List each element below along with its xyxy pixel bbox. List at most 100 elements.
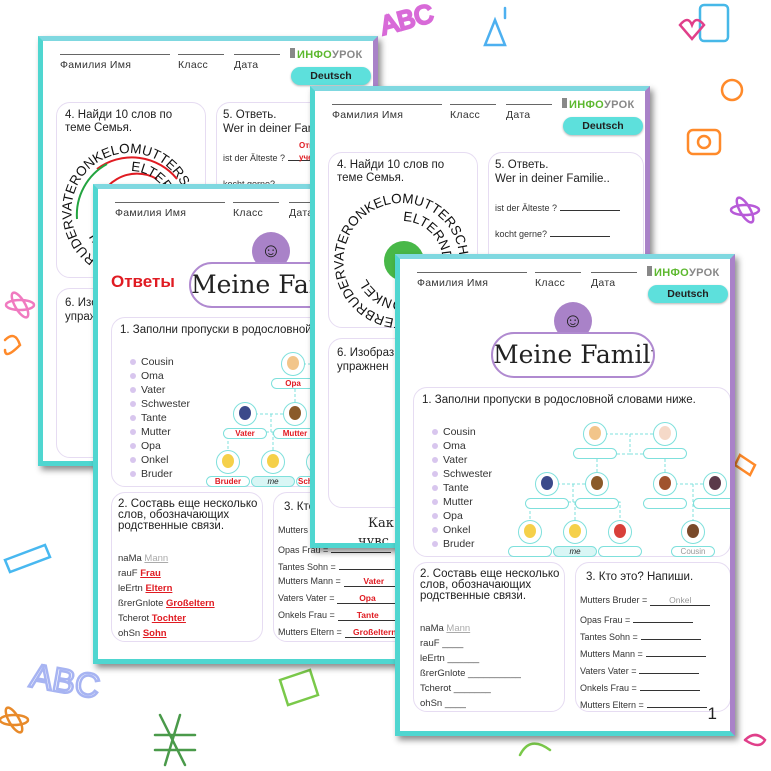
scramble-row: ohSn ____: [420, 698, 466, 709]
family-member-label[interactable]: [508, 546, 552, 557]
question-text: ist der Älteste ?: [223, 153, 286, 163]
task5-title: 5. Ответь.: [223, 109, 277, 121]
question-row: Tantes Sohn =: [278, 559, 399, 572]
scrambled-word: Tcherot: [118, 613, 150, 624]
scrambled-word: rauF: [420, 638, 440, 649]
family-member-avatar: [283, 402, 307, 426]
abc-doodle: ABC: [377, 0, 436, 41]
logo-mark: [562, 98, 567, 108]
camera-doodle: [686, 128, 722, 156]
family-member-avatar: [216, 450, 240, 474]
family-member-label[interactable]: Cousin: [671, 546, 715, 557]
question-row: Opas Frau =: [580, 612, 694, 625]
feelings-title: Как: [368, 516, 394, 531]
face-icon: [267, 454, 279, 468]
answer-field[interactable]: Frau: [140, 568, 161, 579]
face-icon: [687, 524, 699, 538]
task5-subtitle: Wer in deiner Familie..: [495, 173, 610, 185]
question-row: Vaters Vater =: [580, 663, 700, 676]
date-label: Дата: [506, 104, 552, 121]
family-member-avatar: [583, 422, 607, 446]
task4-title: 4. Найди 10 слов по теме Семья.: [337, 159, 445, 184]
answer-field[interactable]: Tochter: [152, 613, 186, 624]
scrambled-word: leErtn: [420, 653, 445, 664]
family-member-avatar: [535, 472, 559, 496]
question-text: Onkels Frau =: [278, 610, 335, 620]
question-text: kocht gerne?: [495, 229, 548, 239]
answer-field[interactable]: ______: [447, 653, 479, 664]
scramble-row: Tcherot Tochter: [118, 613, 186, 624]
answer-field[interactable]: Großeltern: [166, 598, 215, 609]
apple-doodle: [720, 78, 744, 102]
family-member-label[interactable]: [598, 546, 642, 557]
answer-line[interactable]: [645, 646, 706, 657]
family-member-label[interactable]: me: [553, 546, 597, 557]
question-row: Mutters Bruder =Onkel: [580, 595, 711, 606]
answer-line[interactable]: Opa: [337, 593, 398, 604]
family-member-label[interactable]: [693, 498, 730, 509]
scrambled-word: Tcherot: [420, 683, 452, 694]
question-text: Mutters Eltern =: [580, 700, 644, 710]
answer-field[interactable]: Mann: [144, 553, 168, 564]
answer-line[interactable]: [640, 629, 701, 640]
family-member-avatar: [653, 422, 677, 446]
subject-badge: Deutsch: [563, 117, 643, 135]
family-member-label[interactable]: [573, 448, 617, 459]
class-label: Класс: [178, 54, 224, 71]
face-icon: [222, 454, 234, 468]
scramble-row: ßrerGnlote Großeltern: [118, 598, 215, 609]
logo-prefix: ИНФО: [297, 49, 332, 61]
answer-line[interactable]: [560, 203, 621, 211]
question-text: Vaters Vater =: [580, 666, 637, 676]
answer-field[interactable]: _______: [454, 683, 491, 694]
answer-field[interactable]: Eltern: [145, 583, 172, 594]
family-member-label[interactable]: me: [251, 476, 295, 487]
answer-field[interactable]: Mann: [446, 623, 470, 634]
answer-field[interactable]: ____: [445, 698, 466, 709]
answer-line[interactable]: [646, 697, 707, 708]
answer-field[interactable]: Sohn: [143, 628, 167, 639]
question-row: ist der Älteste ?: [495, 203, 621, 213]
question-row: Mutters Eltern = Großeltern: [278, 627, 405, 638]
answer-line[interactable]: [338, 559, 399, 570]
face-icon: [239, 406, 251, 420]
answer-field[interactable]: __________: [468, 668, 521, 679]
question-text: Mutters Eltern =: [278, 627, 342, 637]
answer-line[interactable]: [550, 229, 611, 237]
family-member-label[interactable]: Vater: [223, 428, 267, 439]
page-number: 1: [707, 704, 717, 723]
family-member-avatar: [585, 472, 609, 496]
atom-doodle: [729, 203, 761, 217]
answer-line[interactable]: [639, 663, 700, 674]
infourok-logo: ИНФОУРОК: [290, 48, 363, 61]
scramble-row: ßrerGnlote __________: [420, 668, 521, 679]
infourok-logo: ИНФОУРОК: [562, 98, 635, 111]
scrambled-word: naMa: [118, 553, 142, 564]
family-member-label[interactable]: [643, 448, 687, 459]
subject-badge: Deutsch: [291, 67, 371, 85]
family-member-label[interactable]: [643, 498, 687, 509]
name-label: Фамилия Имя: [332, 104, 442, 121]
question-row: Mutters Mann =: [580, 646, 706, 659]
task2-box: 2. Составь еще несколько слов, обозначаю…: [111, 492, 263, 642]
question-text: Opas Frau =: [580, 615, 631, 625]
question-row: Onkels Frau =: [580, 680, 700, 693]
family-member-avatar: [703, 472, 727, 496]
answer-line[interactable]: Onkel: [650, 595, 711, 606]
answer-field[interactable]: ____: [442, 638, 463, 649]
task2-title: 2. Составь еще несколько слов, обозначаю…: [118, 498, 258, 532]
family-member-label[interactable]: Bruder: [206, 476, 250, 487]
scramble-row: rauF Frau: [118, 568, 161, 579]
answer-line[interactable]: Tante: [337, 610, 398, 621]
logo-mark: [290, 48, 295, 58]
question-text: Onkels Frau =: [580, 683, 637, 693]
question-text: Mutters Mann =: [580, 649, 643, 659]
family-member-label[interactable]: [525, 498, 569, 509]
face-icon: [659, 476, 671, 490]
family-member-avatar: [681, 520, 705, 544]
scramble-row: Tcherot _______: [420, 683, 491, 694]
answer-line[interactable]: [639, 680, 700, 691]
family-member-label[interactable]: Opa: [271, 378, 315, 389]
answer-line[interactable]: [633, 612, 694, 623]
family-member-label[interactable]: [575, 498, 619, 509]
